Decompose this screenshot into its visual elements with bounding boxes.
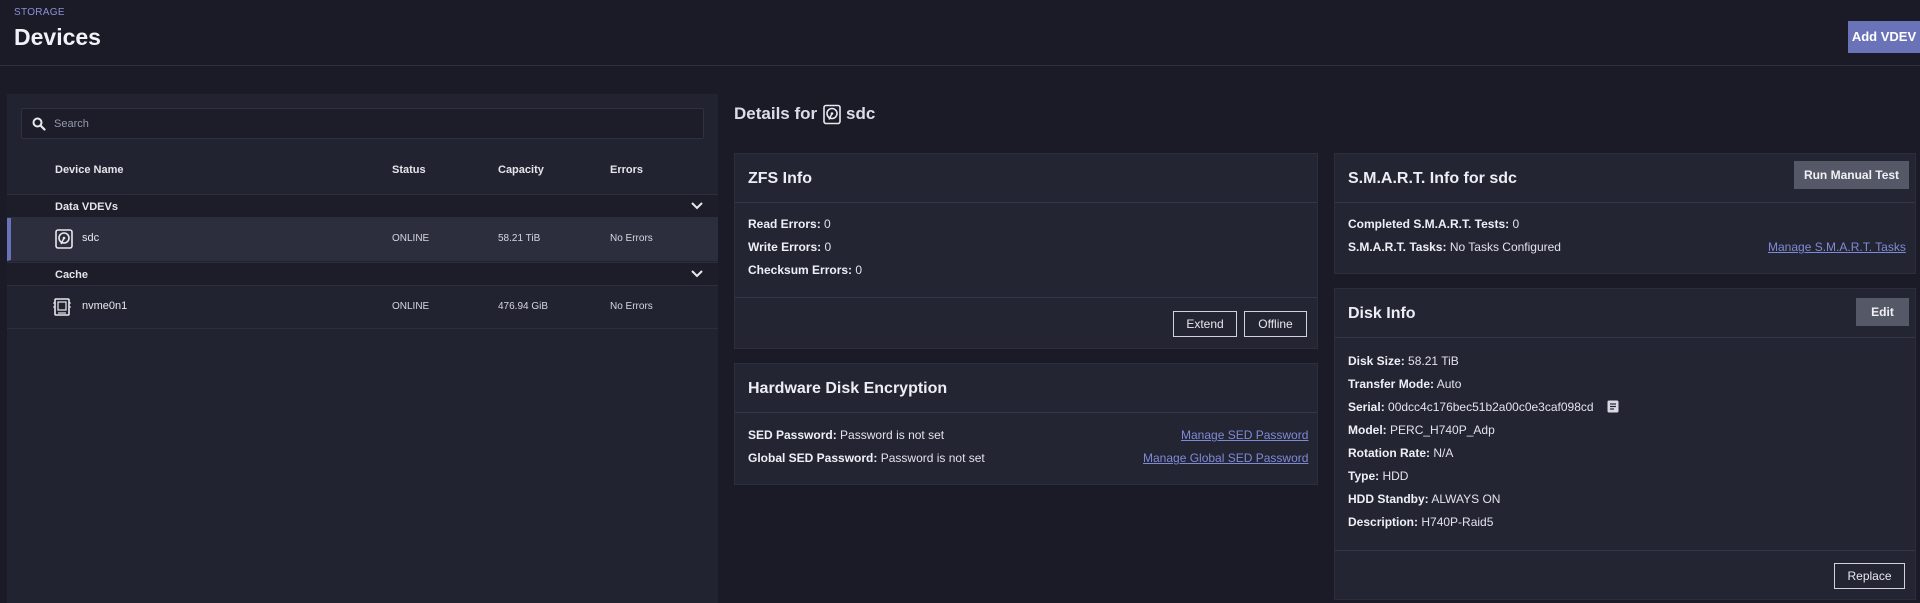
divider [735,297,1317,298]
device-list-panel: Device Name Status Capacity Errors Data … [7,94,718,603]
hardware-disk-encryption-card: Hardware Disk Encryption SED Password: P… [734,363,1318,485]
edit-button[interactable]: Edit [1856,298,1909,326]
group-label: Data VDEVs [55,201,118,213]
group-label: Cache [55,269,89,281]
search-box[interactable] [21,108,704,139]
page-title: Devices [14,24,101,50]
chevron-down-icon[interactable] [690,200,704,212]
column-header-device-name[interactable]: Device Name [55,164,124,176]
breadcrumb[interactable]: STORAGE [14,7,65,18]
smart-info-card: S.M.A.R.T. Info for sdc Run Manual Test … [1334,153,1916,274]
device-status: ONLINE [392,233,430,244]
rotation-rate: Rotation Rate: N/A [1348,446,1454,460]
divider [1335,550,1915,551]
column-header-capacity[interactable]: Capacity [498,164,544,176]
serial: Serial: 00dcc4c176bec51b2a00c0e3caf098cd [1348,400,1594,414]
device-capacity: 476.94 GiB [498,301,549,312]
page-header: STORAGE Devices Add VDEV [0,0,1920,66]
offline-button[interactable]: Offline [1244,311,1307,337]
device-errors: No Errors [610,301,653,312]
details-disk-name: sdc [846,104,876,123]
checksum-errors: Checksum Errors: 0 [748,263,863,277]
disk-size: Disk Size: 58.21 TiB [1348,354,1459,368]
device-errors: No Errors [610,233,653,244]
manage-global-sed-password-link[interactable]: Manage Global SED Password [1143,451,1308,465]
hdd-icon [55,229,73,249]
search-icon [32,117,46,131]
manage-sed-password-link[interactable]: Manage SED Password [1181,428,1308,442]
model: Model: PERC_H740P_Adp [1348,423,1495,437]
sed-password: SED Password: Password is not set [748,428,945,442]
description: Description: H740P-Raid5 [1348,515,1494,529]
details-heading: Details for [734,104,818,123]
chevron-down-icon[interactable] [690,268,704,280]
device-status: ONLINE [392,301,430,312]
divider [735,202,1317,203]
read-errors: Read Errors: 0 [748,217,831,231]
disk-info-card: Disk Info Edit Disk Size: 58.21 TiB Tran… [1334,288,1916,600]
card-title: S.M.A.R.T. Info for sdc [1348,170,1517,187]
group-row-cache[interactable]: Cache [7,262,718,286]
hdd-standby: HDD Standby: ALWAYS ON [1348,492,1501,506]
device-row-sdc[interactable]: sdc ONLINE 58.21 TiB No Errors [7,218,718,261]
device-name: sdc [82,232,100,244]
card-title: ZFS Info [748,170,812,187]
ssd-icon [53,298,71,316]
group-row-data-vdevs[interactable]: Data VDEVs [7,194,718,218]
divider [1335,202,1915,203]
divider [1335,337,1915,338]
global-sed-password: Global SED Password: Password is not set [748,451,985,465]
device-capacity: 58.21 TiB [498,233,541,244]
search-input[interactable] [54,109,694,138]
card-title: Disk Info [1348,305,1416,322]
column-header-status[interactable]: Status [392,164,426,176]
divider [735,412,1317,413]
smart-tasks: S.M.A.R.T. Tasks: No Tasks Configured [1348,240,1561,254]
device-row-nvme0n1[interactable]: nvme0n1 ONLINE 476.94 GiB No Errors [7,286,718,329]
extend-button[interactable]: Extend [1173,311,1237,337]
copy-icon[interactable] [1607,400,1619,413]
completed-smart-tests: Completed S.M.A.R.T. Tests: 0 [1348,217,1520,231]
replace-button[interactable]: Replace [1834,563,1905,589]
device-name: nvme0n1 [82,300,128,312]
run-manual-test-button[interactable]: Run Manual Test [1794,161,1909,189]
hdd-icon [823,104,841,125]
write-errors: Write Errors: 0 [748,240,832,254]
manage-smart-tasks-link[interactable]: Manage S.M.A.R.T. Tasks [1768,240,1906,254]
add-vdev-button[interactable]: Add VDEV [1848,21,1920,53]
card-title: Hardware Disk Encryption [748,380,948,397]
column-header-errors[interactable]: Errors [610,164,643,176]
disk-type: Type: HDD [1348,469,1409,483]
zfs-info-card: ZFS Info Read Errors: 0 Write Errors: 0 … [734,153,1318,349]
transfer-mode: Transfer Mode: Auto [1348,377,1462,391]
